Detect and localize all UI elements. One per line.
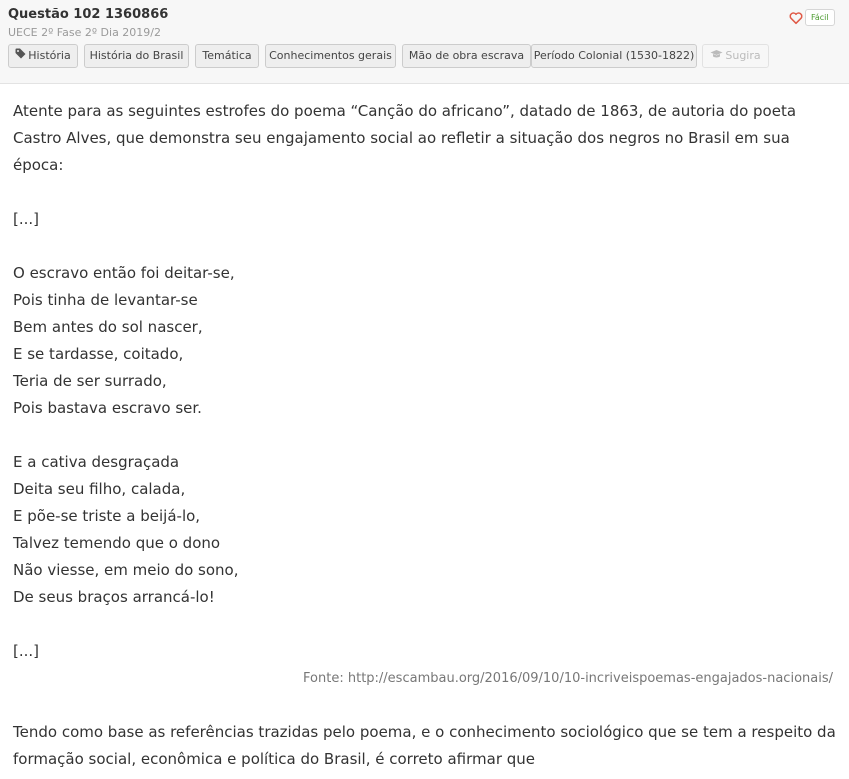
suggest-button[interactable]: Sugira — [702, 44, 769, 68]
difficulty-badge: Fácil — [805, 9, 835, 26]
tag-label: História do Brasil — [89, 49, 184, 62]
tag-label: Conhecimentos gerais — [269, 49, 392, 62]
poem-line: De seus braços arrancá-lo! — [13, 588, 215, 606]
tag-label: Mão de obra escrava — [408, 49, 525, 62]
question-intro: Atente para as seguintes estrofes do poe… — [13, 102, 797, 174]
tag-conhecimentos-gerais[interactable]: Conhecimentos gerais — [265, 44, 396, 68]
tag-label: História — [28, 49, 71, 62]
tag-label: Período Colonial (1530-1822) — [533, 49, 695, 62]
question-statement: Atente para as seguintes estrofes do poe… — [13, 98, 839, 773]
question-prompt: Tendo como base as referências trazidas … — [13, 723, 836, 768]
ellipsis-bottom: [...] — [13, 642, 40, 660]
question-header: Questão 102 1360866 UECE 2º Fase 2º Dia … — [0, 0, 849, 84]
tag-tematica[interactable]: Temática — [195, 44, 259, 68]
ellipsis-top: [...] — [13, 210, 40, 228]
poem-line: Teria de ser surrado, — [13, 372, 167, 390]
poem-line: O escravo então foi deitar-se, — [13, 264, 235, 282]
poem-line: Talvez temendo que o dono — [13, 534, 221, 552]
tag-historia-do-brasil[interactable]: História do Brasil — [84, 44, 189, 68]
poem-line: Pois tinha de levantar-se — [13, 291, 198, 309]
question-title: Questão 102 1360866 — [8, 7, 169, 22]
poem-line: Não viesse, em meio do sono, — [13, 561, 239, 579]
tag-label: Temática — [202, 49, 252, 62]
poem-line: E se tardasse, coitado, — [13, 345, 184, 363]
exam-info: UECE 2º Fase 2º Dia 2019/2 — [8, 26, 162, 39]
poem-stanza-2: E a cativa desgraçada Deita seu filho, c… — [13, 449, 839, 611]
tag-periodo-colonial[interactable]: Período Colonial (1530-1822) — [531, 44, 697, 68]
tag-mao-de-obra-escrava[interactable]: Mão de obra escrava — [402, 44, 531, 68]
poem-line: E põe-se triste a beijá-lo, — [13, 507, 201, 525]
tag-icon — [15, 45, 26, 67]
poem-line: Deita seu filho, calada, — [13, 480, 186, 498]
suggest-label: Sugira — [725, 49, 761, 62]
poem-line: Pois bastava escravo ser. — [13, 399, 202, 417]
poem-stanza-1: O escravo então foi deitar-se, Pois tinh… — [13, 260, 839, 422]
heart-outline-icon[interactable] — [789, 10, 803, 25]
poem-line: Bem antes do sol nascer, — [13, 318, 203, 336]
graduation-cap-icon — [710, 45, 723, 67]
source-citation: Fonte: http://escambau.org/2016/09/10/10… — [303, 671, 833, 686]
poem-line: E a cativa desgraçada — [13, 453, 180, 471]
tag-historia[interactable]: História — [8, 44, 78, 68]
